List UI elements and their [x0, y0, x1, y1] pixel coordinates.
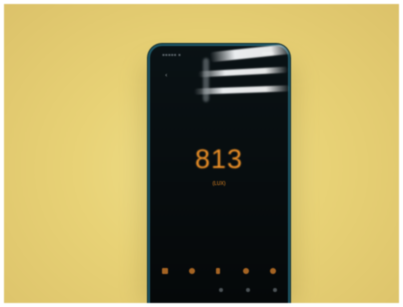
pin-icon[interactable]	[273, 288, 277, 292]
light-reflection	[197, 66, 289, 78]
back-arrow-icon[interactable]: ‹	[165, 73, 170, 79]
pause-icon[interactable]	[216, 268, 220, 274]
dot-icon[interactable]	[246, 288, 250, 292]
settings-icon[interactable]	[189, 268, 195, 274]
lux-reading: 813	[194, 144, 244, 174]
dot-icon[interactable]	[219, 288, 223, 292]
photo-frame: ▪▪▪▪▪ ▪ ‹ 813 (LUX)	[0, 0, 403, 307]
app-toolbar	[162, 268, 276, 278]
stop-icon[interactable]	[162, 268, 168, 274]
chart-icon[interactable]	[270, 268, 276, 274]
smartphone: ▪▪▪▪▪ ▪ ‹ 813 (LUX)	[148, 44, 290, 303]
status-bar-text: ▪▪▪▪▪ ▪	[162, 52, 181, 57]
bottom-bar	[162, 288, 277, 296]
refresh-icon[interactable]	[243, 268, 249, 274]
light-reflection	[203, 58, 209, 102]
light-reflection	[209, 44, 290, 63]
desk-surface: ▪▪▪▪▪ ▪ ‹ 813 (LUX)	[4, 4, 399, 303]
lux-unit-label: (LUX)	[212, 181, 226, 187]
